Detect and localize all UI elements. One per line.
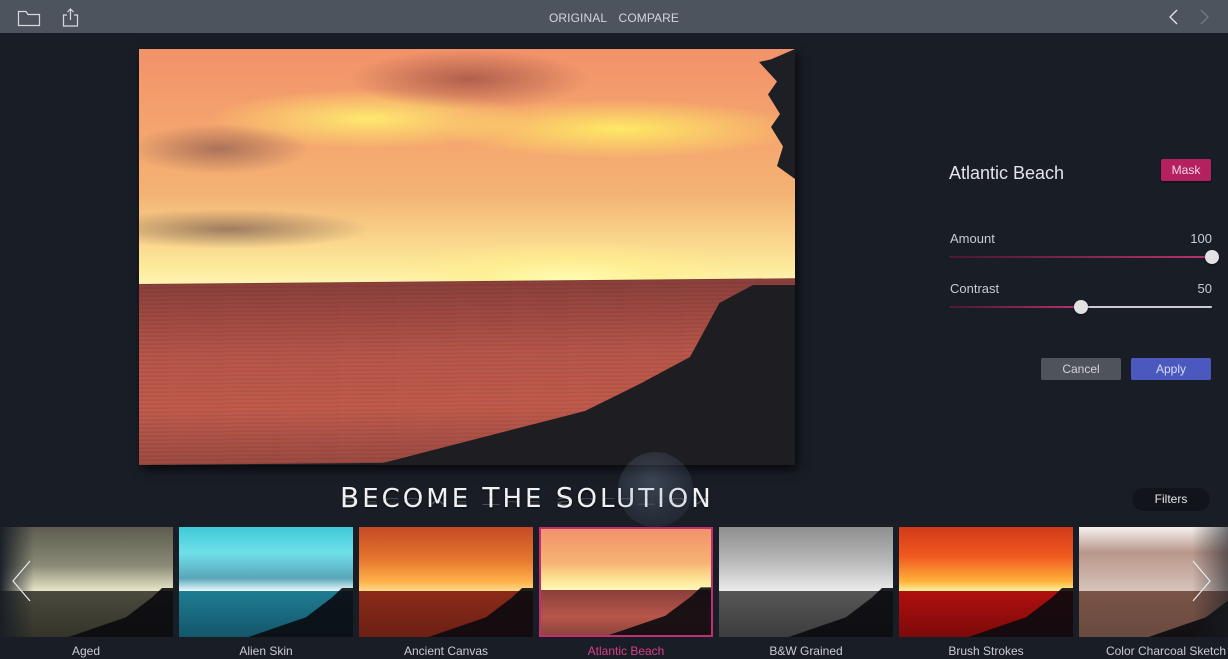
top-toolbar: ORIGINAL COMPARE [0,0,1228,33]
filter-title: Atlantic Beach [949,163,1065,183]
filter-thumbnail-label: Ancient Canvas [403,644,489,658]
contrast-slider-fill [950,306,1081,308]
filter-thumbnail-label: B&W Grained [769,644,843,658]
filter-thumbnail-label: Alien Skin [239,644,293,658]
compare-tab[interactable]: COMPARE [619,11,679,25]
watermark-orb [618,452,693,527]
image-preview [139,49,795,465]
amount-slider[interactable] [950,250,1219,264]
contrast-slider-thumb[interactable] [1074,300,1088,314]
amount-slider-row: Amount 100 [950,231,1219,264]
chevron-left-icon[interactable] [1166,8,1182,26]
thumbnail-sky [541,529,711,591]
filter-thumbnail-image [899,527,1073,637]
thumbnail-sky [719,527,893,591]
amount-slider-thumb[interactable] [1205,250,1219,264]
thumbnail-sky [359,527,533,591]
filter-thumbnail[interactable]: Ancient Canvas [359,527,533,659]
apply-button[interactable]: Apply [1131,358,1211,380]
view-mode-switch: ORIGINAL COMPARE [0,11,1228,25]
amount-slider-fill [950,256,1212,258]
filter-thumbnail-label: Atlantic Beach [587,644,665,658]
filter-thumbnail-image [359,527,533,637]
filter-thumbnail-image [539,527,713,637]
thumbnail-sky [899,527,1073,591]
thumbnail-sky [179,527,353,591]
original-tab[interactable]: ORIGINAL [549,11,607,25]
cancel-button[interactable]: Cancel [1041,358,1121,380]
filter-thumbnail-label: Brush Strokes [948,644,1024,658]
mask-button[interactable]: Mask [1161,159,1211,181]
filter-thumbnail[interactable]: B&W Grained [719,527,893,659]
chevron-right-icon[interactable] [1196,8,1212,26]
filter-strip: Color Charcoal Sketch Brush Strokes B&W Gr… [0,527,1228,659]
amount-label: Amount [950,231,995,246]
contrast-label: Contrast [950,281,1000,296]
filter-thumbnail-image [719,527,893,637]
amount-value: 100 [1190,231,1212,246]
filter-thumbnail[interactable]: Alien Skin [179,527,353,659]
contrast-slider[interactable] [950,300,1212,314]
filter-thumbnail[interactable]: Brush Strokes [899,527,1073,659]
contrast-value: 50 [1197,281,1212,296]
filter-thumbnail[interactable]: Atlantic Beach [539,527,713,659]
filter-thumbnail-image [179,527,353,637]
filter-thumbnail-label: Color Charcoal Sketch [1105,644,1227,658]
preview-sky [139,49,795,289]
filter-thumbnail-label: Aged [71,644,101,658]
strip-chevron-left-icon[interactable] [10,559,34,603]
filters-button[interactable]: Filters [1132,488,1210,511]
contrast-slider-row: Contrast 50 [950,281,1212,314]
strip-chevron-right-icon[interactable] [1189,559,1213,603]
